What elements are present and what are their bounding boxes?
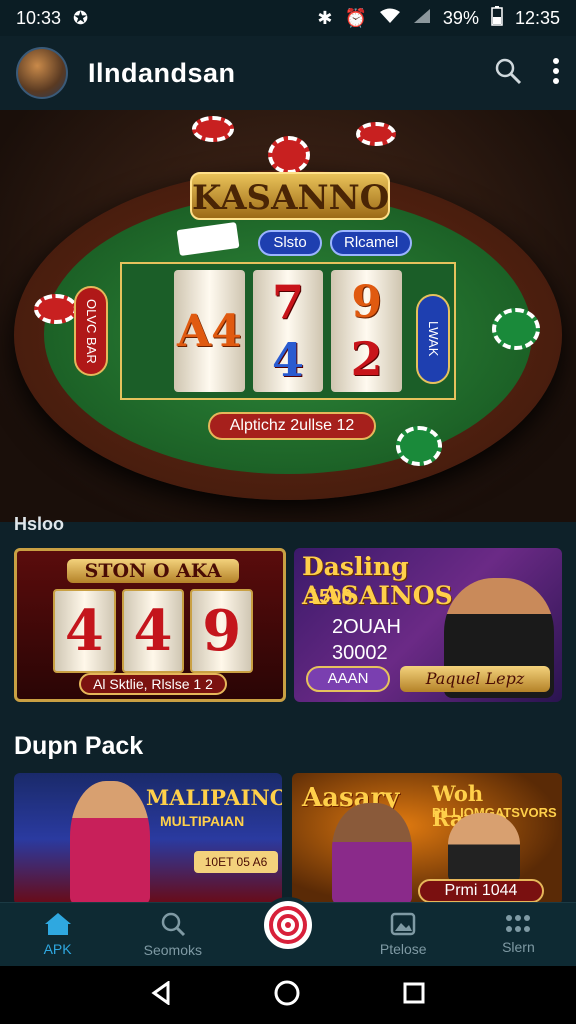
reel-3-top: 9 (351, 276, 382, 328)
reel-2-bottom: 4 (272, 333, 305, 387)
game-card-billiard[interactable]: MALIPAINOS MULTIPAIAN 10ET 05 A6 (14, 773, 282, 905)
nav-label: APK (43, 941, 72, 957)
battery-icon (491, 5, 503, 31)
photo-icon (390, 912, 416, 939)
game-card-party[interactable]: Aasary Woh Ranne PILLIOMGATSVORS Prmi 10… (292, 773, 562, 905)
chip-stack-icon (34, 294, 78, 324)
home-icon (44, 912, 72, 939)
game-card-slot[interactable]: STON O AKA 4 4 9 Al Sktlie, Rlslse 1 2 (14, 548, 286, 702)
card-title: MALIPAINOS (146, 785, 282, 810)
status-time-right: 12:35 (514, 7, 560, 28)
more-menu-icon[interactable] (552, 57, 560, 90)
card-reel-1: 4 (53, 589, 116, 673)
app-title: Ilndandsan (88, 57, 236, 88)
chip-stack-icon (192, 116, 234, 142)
card-play-button[interactable]: AAAN (306, 666, 390, 692)
recents-icon[interactable] (402, 981, 426, 1010)
signal-icon (413, 8, 431, 29)
back-icon[interactable] (150, 979, 172, 1010)
hero-banner[interactable]: KASANNO Slsto Rlcamel A4 7 4 9 2 OLVC BA… (0, 110, 576, 522)
chip-stack-icon (396, 426, 442, 466)
nav-photos[interactable]: Ptelose (346, 912, 461, 957)
nav-label: Seomoks (143, 942, 202, 958)
battery-percent: 39% (442, 7, 479, 28)
chip-stack-icon (356, 122, 396, 146)
side-label-right: LWAK (416, 294, 450, 384)
section-label: Hsloo (14, 514, 65, 534)
hero-logo: KASANNO (190, 172, 390, 220)
grid-icon (505, 914, 531, 937)
card-line-2: 2OUAH (332, 616, 401, 638)
slot-reels: A4 7 4 9 2 (120, 262, 456, 400)
search-icon (160, 911, 186, 940)
reel-1: A4 (174, 270, 245, 392)
reel-3: 9 2 (331, 270, 403, 392)
home-circle-icon[interactable] (273, 979, 301, 1012)
card-tag: Paquel Lepz (400, 666, 550, 692)
player-image (332, 803, 412, 905)
search-icon[interactable] (494, 57, 522, 90)
alarm-icon: ⏰ (344, 7, 367, 28)
status-time-left: 10:33 (16, 7, 62, 28)
status-bar: 10:33 ✪ ✱ ⏰ 39% 12:35 (0, 0, 576, 36)
nav-label: Ptelose (379, 941, 427, 957)
nav-more[interactable]: Slern (461, 914, 576, 955)
card-amount: 1500 (308, 586, 353, 608)
card-subtitle: MULTIPAIAN (160, 813, 245, 829)
section-title: Dupn Pack (14, 732, 144, 760)
card-title: STON O AKA (67, 559, 239, 583)
player-image (448, 813, 520, 883)
hero-pill-slots[interactable]: Slsto (258, 230, 322, 256)
card-tag: 10ET 05 A6 (194, 851, 278, 873)
card-reels: 4 4 9 (53, 589, 254, 673)
notification-icon: ✪ (73, 7, 89, 28)
chip-stack-icon (492, 308, 540, 350)
nav-center[interactable] (230, 896, 345, 953)
card-tag: Prmi 1044 (418, 879, 544, 903)
reel-2: 7 4 (252, 270, 324, 392)
nav-label: Slern (502, 939, 535, 955)
target-icon (260, 896, 316, 953)
bluetooth-icon: ✱ (317, 7, 333, 28)
card-line-3: 30002 (332, 642, 388, 664)
reel-2-top: 7 (272, 275, 305, 329)
chip-stack-icon (268, 136, 310, 174)
card-footer: Al Sktlie, Rlslse 1 2 (79, 673, 227, 695)
game-card-dealer[interactable]: Dasling AASAINOS 1500 2OUAH 30002 AAAN P… (294, 548, 562, 702)
avatar[interactable] (16, 47, 68, 99)
reel-1-symbol: A4 (176, 305, 242, 357)
card-reel-2: 4 (121, 589, 185, 673)
app-bar: Ilndandsan (0, 36, 576, 110)
nav-search[interactable]: Seomoks (115, 911, 230, 958)
bottom-nav: APK Seomoks Ptelose Slern (0, 896, 576, 966)
hero-pill-camel[interactable]: Rlcamel (330, 230, 412, 256)
wifi-icon (379, 8, 401, 29)
player-image (70, 781, 150, 905)
side-label-left: OLVC BAR (74, 286, 108, 376)
system-nav-bar (0, 966, 576, 1024)
card-reel-3: 9 (190, 589, 254, 673)
nav-home[interactable]: APK (0, 912, 115, 957)
reel-3-bottom: 2 (350, 331, 383, 386)
jackpot-label: Alptichz 2ullse 12 (208, 412, 376, 440)
